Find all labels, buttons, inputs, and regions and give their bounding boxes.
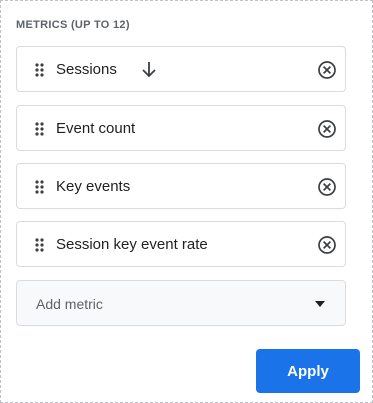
caret-down-icon [315, 301, 325, 307]
metric-chip-event-count[interactable]: Event count [16, 105, 346, 151]
close-circle-icon[interactable] [317, 119, 337, 139]
arrow-down-icon[interactable] [141, 61, 157, 79]
close-circle-icon[interactable] [317, 177, 337, 197]
metric-chip-sessions[interactable]: Sessions [16, 46, 346, 92]
drag-handle-icon[interactable] [35, 180, 44, 194]
close-circle-icon[interactable] [317, 60, 337, 80]
metric-label: Sessions [56, 61, 117, 78]
section-title: METRICS (UP TO 12) [16, 19, 130, 31]
metric-chip-key-events[interactable]: Key events [16, 163, 346, 209]
apply-button[interactable]: Apply [256, 349, 360, 393]
metric-label: Session key event rate [56, 236, 208, 253]
drag-handle-icon[interactable] [35, 238, 44, 252]
add-metric-dropdown[interactable]: Add metric [16, 280, 346, 326]
metric-label: Event count [56, 120, 136, 137]
add-metric-placeholder: Add metric [36, 296, 103, 312]
metric-label: Key events [56, 178, 131, 195]
drag-handle-icon[interactable] [35, 122, 44, 136]
close-circle-icon[interactable] [317, 235, 337, 255]
drag-handle-icon[interactable] [35, 63, 44, 77]
metrics-panel: METRICS (UP TO 12) Sessions Event count [0, 0, 373, 403]
metric-chip-session-key-event-rate[interactable]: Session key event rate [16, 221, 346, 267]
